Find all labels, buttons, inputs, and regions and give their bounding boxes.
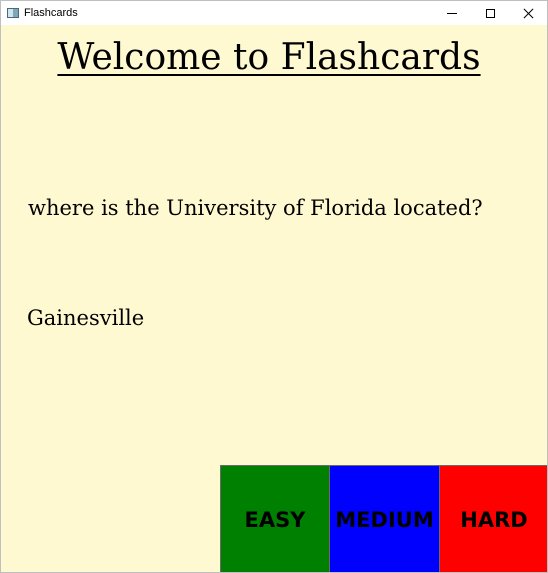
close-icon [523,8,534,19]
minimize-icon [447,12,457,14]
medium-button[interactable]: MEDIUM [329,465,440,572]
minimize-button[interactable] [433,1,471,25]
close-button[interactable] [509,1,547,25]
answer-text: Gainesville [27,306,145,330]
page-title: Welcome to Flashcards [57,37,481,78]
window-controls [433,1,547,25]
window-title: Flashcards [24,7,78,19]
question-text: where is the University of Florida locat… [28,196,483,220]
flashcards-window: Flashcards Welcome to Flashcards where i… [0,0,548,573]
maximize-icon [485,8,495,18]
app-window-icon [7,8,19,18]
maximize-button[interactable] [471,1,509,25]
hard-button[interactable]: HARD [439,465,547,572]
title-bar[interactable]: Flashcards [1,1,547,25]
easy-button[interactable]: EASY [220,465,330,572]
